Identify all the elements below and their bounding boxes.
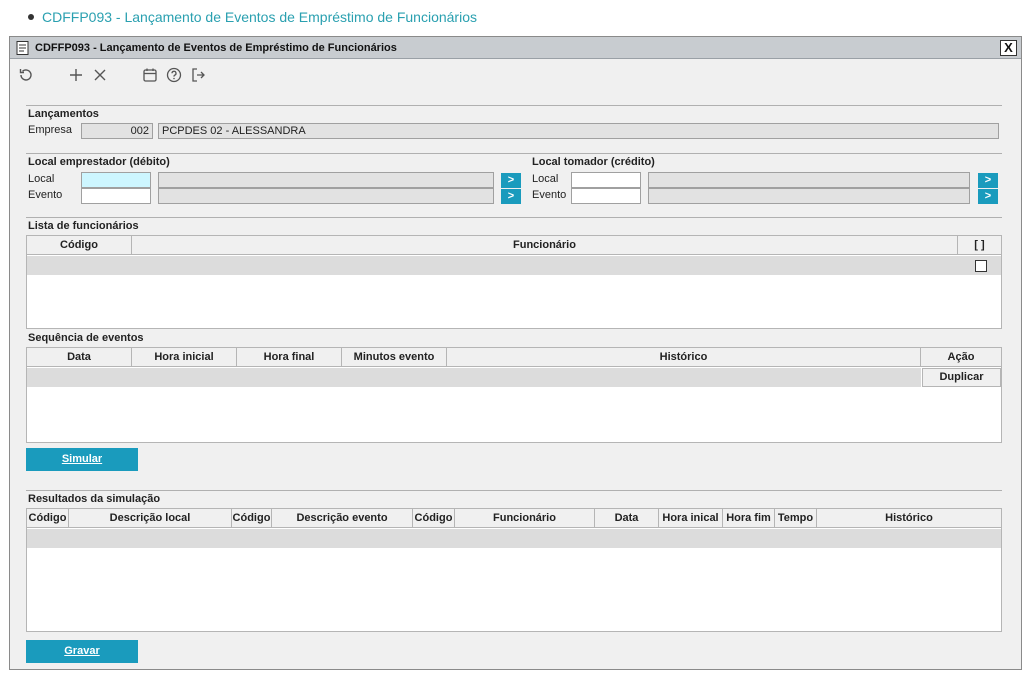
grid-header: Data Hora inicial Hora final Minutos eve… <box>27 348 1001 367</box>
tomador-evento-input[interactable] <box>571 188 641 204</box>
col-hora-inicial[interactable]: Hora inical <box>659 509 723 527</box>
col-minutos-evento[interactable]: Minutos evento <box>342 348 447 366</box>
table-row[interactable] <box>27 368 921 387</box>
col-funcionario[interactable]: Funcionário <box>132 236 958 254</box>
emprestador-evento-label: Evento <box>28 189 63 201</box>
breadcrumb[interactable]: CDFFP093 - Lançamento de Eventos de Empr… <box>28 9 477 25</box>
col-hora-fim[interactable]: Hora fim <box>723 509 775 527</box>
toolbar <box>10 59 1021 91</box>
form-content: Lançamentos Empresa 002 PCPDES 02 - ALES… <box>10 93 1021 669</box>
section-lancamentos: Lançamentos <box>28 108 99 120</box>
close-button[interactable]: X <box>1000 40 1017 56</box>
table-row[interactable] <box>27 529 1001 548</box>
col-select-all[interactable]: [ ] <box>958 236 1001 254</box>
resultados-grid: Código Descrição local Código Descrição … <box>26 508 1002 632</box>
col-data[interactable]: Data <box>27 348 132 366</box>
empresa-name-field: PCPDES 02 - ALESSANDRA <box>158 123 999 139</box>
tomador-local-search-button[interactable]: > <box>978 173 998 188</box>
section-emprestador: Local emprestador (débito) <box>28 156 170 168</box>
col-historico[interactable]: Histórico <box>817 509 1001 527</box>
emprestador-local-input[interactable] <box>81 172 151 188</box>
col-data[interactable]: Data <box>595 509 659 527</box>
tomador-evento-search-button[interactable]: > <box>978 189 998 204</box>
col-codigo-local[interactable]: Código <box>27 509 69 527</box>
sequencia-grid: Data Hora inicial Hora final Minutos eve… <box>26 347 1002 443</box>
simular-button[interactable]: Simular <box>26 448 138 471</box>
cancel-icon[interactable] <box>90 65 110 85</box>
divider <box>26 153 1002 154</box>
col-codigo-funcionario[interactable]: Código <box>413 509 455 527</box>
refresh-icon[interactable] <box>16 65 36 85</box>
divider <box>26 105 1002 106</box>
bullet-icon <box>28 14 34 20</box>
calendar-icon[interactable] <box>140 65 160 85</box>
emprestador-evento-search-button[interactable]: > <box>501 189 521 204</box>
funcionarios-grid: Código Funcionário [ ] <box>26 235 1002 329</box>
emprestador-local-desc <box>158 172 494 188</box>
section-funcionarios: Lista de funcionários <box>28 220 139 232</box>
document-icon <box>16 40 29 55</box>
col-descricao-evento[interactable]: Descrição evento <box>272 509 413 527</box>
section-resultados: Resultados da simulação <box>28 493 161 505</box>
col-hora-inicial[interactable]: Hora inicial <box>132 348 237 366</box>
col-codigo[interactable]: Código <box>27 236 132 254</box>
divider <box>26 217 1002 218</box>
section-tomador: Local tomador (crédito) <box>532 156 655 168</box>
tomador-evento-label: Evento <box>532 189 567 201</box>
emprestador-evento-input[interactable] <box>81 188 151 204</box>
grid-header: Código Funcionário [ ] <box>27 236 1001 255</box>
col-funcionario[interactable]: Funcionário <box>455 509 595 527</box>
window-titlebar: CDFFP093 - Lançamento de Eventos de Empr… <box>10 37 1021 59</box>
empresa-code-field: 002 <box>81 123 153 139</box>
breadcrumb-link[interactable]: CDFFP093 - Lançamento de Eventos de Empr… <box>42 9 477 25</box>
col-tempo[interactable]: Tempo <box>775 509 817 527</box>
divider <box>26 490 1002 491</box>
tomador-local-input[interactable] <box>571 172 641 188</box>
emprestador-evento-desc <box>158 188 494 204</box>
col-codigo-evento[interactable]: Código <box>232 509 272 527</box>
gravar-button[interactable]: Gravar <box>26 640 138 663</box>
duplicate-button[interactable]: Duplicar <box>922 368 1001 387</box>
window-title: CDFFP093 - Lançamento de Eventos de Empr… <box>35 41 397 54</box>
col-hora-final[interactable]: Hora final <box>237 348 342 366</box>
tomador-local-desc <box>648 172 970 188</box>
program-window: CDFFP093 - Lançamento de Eventos de Empr… <box>9 36 1022 670</box>
col-acao[interactable]: Ação <box>921 348 1001 366</box>
exit-icon[interactable] <box>188 65 208 85</box>
add-icon[interactable] <box>66 65 86 85</box>
grid-header: Código Descrição local Código Descrição … <box>27 509 1001 528</box>
table-row[interactable] <box>27 256 1001 275</box>
row-checkbox[interactable] <box>975 260 987 272</box>
emprestador-local-label: Local <box>28 173 55 185</box>
empresa-label: Empresa <box>28 124 73 136</box>
tomador-evento-desc <box>648 188 970 204</box>
help-icon[interactable] <box>164 65 184 85</box>
emprestador-local-search-button[interactable]: > <box>501 173 521 188</box>
col-historico[interactable]: Histórico <box>447 348 921 366</box>
section-sequencia: Sequência de eventos <box>28 332 144 344</box>
col-descricao-local[interactable]: Descrição local <box>69 509 232 527</box>
tomador-local-label: Local <box>532 173 559 185</box>
